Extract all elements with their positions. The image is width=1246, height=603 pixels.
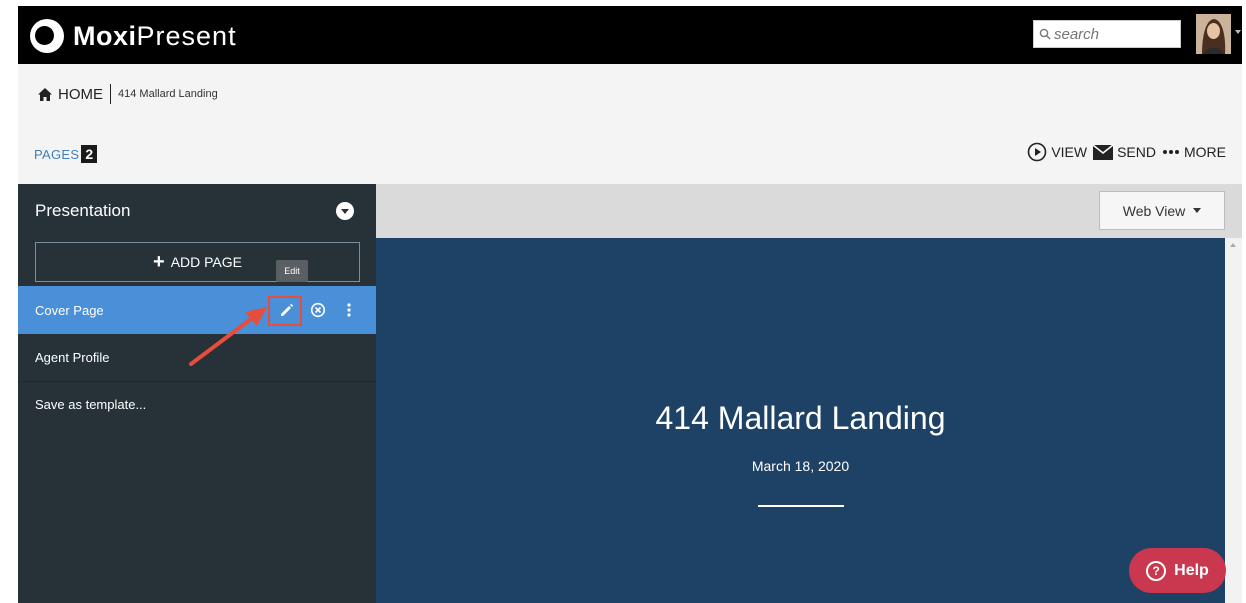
sidebar-item-label: Cover Page — [35, 302, 104, 318]
ellipsis-icon — [1163, 150, 1179, 154]
send-button[interactable]: SEND — [1093, 144, 1156, 160]
add-page-label: ADD PAGE — [170, 254, 242, 270]
play-circle-icon — [1028, 142, 1047, 162]
preview-date: March 18, 2020 — [751, 458, 850, 474]
save-as-template-link[interactable]: Save as template... — [18, 382, 376, 426]
send-label: SEND — [1117, 144, 1156, 160]
view-mode-value: Web View — [1122, 202, 1186, 219]
preview-scrollbar[interactable] — [1225, 238, 1242, 603]
sidebar-collapse-toggle-icon[interactable] — [336, 202, 354, 220]
breadcrumb-current: 414 Mallard Landing — [118, 88, 218, 100]
sidebar-item-label: Agent Profile — [35, 350, 110, 365]
sidebar-header: Presentation — [18, 184, 376, 238]
page-header-area — [18, 64, 1242, 184]
pages-sidebar: Presentation + ADD PAGE Cover Page Agent… — [18, 184, 376, 603]
view-label: VIEW — [1051, 144, 1088, 160]
logo-mark-icon — [30, 19, 64, 53]
annotation-arrow-icon — [189, 307, 267, 366]
logo-text-moxi: Moxi — [73, 20, 137, 51]
remove-circle-icon[interactable] — [310, 302, 326, 318]
logo-text-present: Present — [136, 20, 237, 51]
top-bar: Moxi Present — [18, 6, 1242, 64]
pencil-icon[interactable] — [279, 302, 295, 318]
home-icon[interactable] — [38, 87, 52, 101]
pages-tab-label: PAGES — [34, 146, 80, 162]
moxipresent-logo[interactable]: Moxi Present — [30, 16, 237, 56]
preview-divider — [758, 505, 844, 507]
help-button[interactable]: ? Help — [1129, 548, 1226, 593]
plus-icon: + — [153, 250, 165, 273]
kebab-menu-icon[interactable] — [346, 302, 352, 318]
search-box[interactable] — [1033, 20, 1181, 48]
question-mark-icon: ? — [1146, 560, 1167, 581]
view-button[interactable]: VIEW — [1027, 142, 1087, 162]
envelope-icon — [1093, 144, 1114, 160]
avatar-image — [1196, 14, 1231, 54]
help-label: Help — [1174, 561, 1209, 579]
search-input[interactable] — [1054, 25, 1174, 43]
more-button[interactable]: MORE — [1162, 144, 1226, 160]
pages-count-badge: 2 — [81, 145, 98, 163]
user-avatar[interactable] — [1196, 14, 1231, 54]
chevron-down-icon — [1193, 208, 1202, 213]
sidebar-title: Presentation — [35, 201, 131, 220]
scroll-up-arrow-icon[interactable] — [1230, 243, 1236, 247]
sidebar-item-label: Save as template... — [35, 396, 147, 412]
breadcrumb: HOME 414 Mallard Landing — [38, 84, 218, 104]
breadcrumb-divider — [110, 84, 111, 104]
presentation-actions: VIEW SEND MORE — [1027, 142, 1226, 162]
breadcrumb-home-link[interactable]: HOME — [58, 86, 103, 103]
add-page-button[interactable]: + ADD PAGE — [35, 242, 360, 282]
tab-pages[interactable]: PAGES 2 — [34, 145, 98, 163]
account-menu-caret-icon[interactable] — [1235, 30, 1241, 34]
search-icon — [1039, 28, 1051, 40]
preview-title: 414 Mallard Landing — [655, 400, 946, 436]
edit-tooltip: Edit — [276, 260, 308, 282]
more-label: MORE — [1184, 144, 1226, 160]
view-mode-select[interactable]: Web View — [1099, 191, 1225, 230]
